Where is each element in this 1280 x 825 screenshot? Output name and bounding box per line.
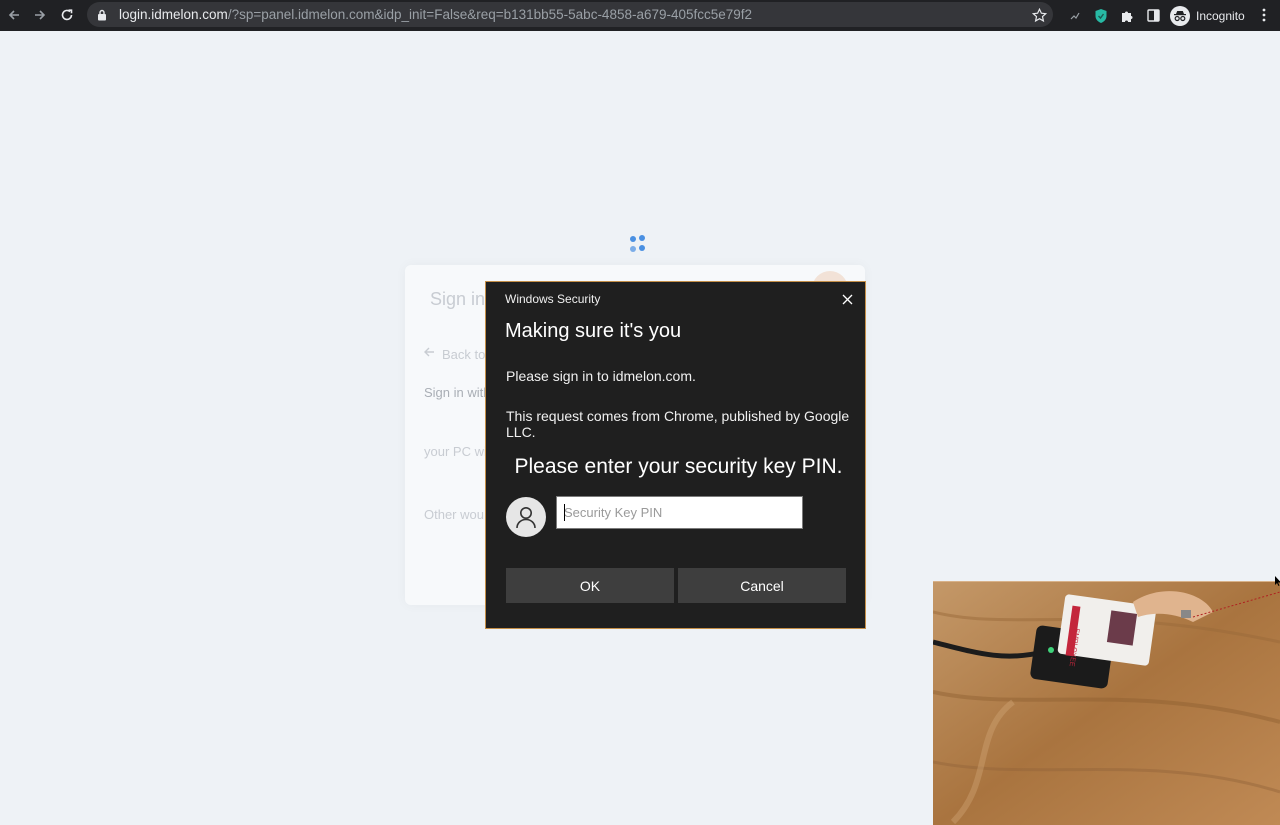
text-caret [564, 504, 565, 521]
windows-security-dialog: Windows Security Making sure it's you Pl… [485, 281, 866, 629]
puzzle-icon[interactable] [1114, 3, 1140, 29]
address-bar[interactable]: login.idmelon.com/?sp=panel.idmelon.com&… [87, 2, 1053, 27]
incognito-label: Incognito [1196, 8, 1245, 23]
webcam-overlay: EMPLOYEE [933, 581, 1280, 825]
mouse-cursor [1275, 573, 1280, 586]
back-link[interactable]: Back to [442, 347, 485, 362]
incognito-indicator[interactable]: Incognito [1170, 5, 1245, 26]
dialog-caption: Windows Security [505, 292, 601, 306]
sign-in-with-text: Sign in with [424, 385, 491, 400]
forward-button[interactable] [27, 2, 53, 28]
cancel-button[interactable]: Cancel [678, 568, 846, 603]
loading-spinner [628, 235, 648, 255]
reload-button[interactable] [54, 2, 80, 28]
request-origin-message: This request comes from Chrome, publishe… [506, 408, 850, 440]
shield-icon[interactable] [1088, 3, 1114, 29]
bookmark-star-icon[interactable] [1029, 4, 1049, 26]
pin-prompt: Please enter your security key PIN. [486, 455, 867, 479]
other-text: Other wou [424, 507, 484, 522]
back-button[interactable] [1, 2, 27, 28]
lock-icon[interactable] [97, 8, 111, 22]
more-icon[interactable] [1254, 2, 1274, 28]
url-host: login.idmelon.com [119, 7, 228, 22]
security-key-pin-input[interactable] [556, 496, 803, 529]
dialog-title: Making sure it's you [505, 320, 682, 342]
toolbar-extensions: Incognito [1062, 0, 1245, 31]
user-icon [506, 497, 546, 537]
close-icon[interactable] [836, 288, 858, 310]
forward-icon [35, 10, 46, 20]
sign-in-title: Sign in [430, 289, 486, 309]
browser-toolbar: login.idmelon.com/?sp=panel.idmelon.com&… [0, 0, 1280, 31]
sign-in-message: Please sign in to idmelon.com. [506, 368, 696, 384]
sidepanel-icon[interactable] [1140, 3, 1166, 29]
url-path: /?sp=panel.idmelon.com&idp_init=False&re… [227, 7, 753, 22]
your-pc-text: your PC wi [424, 444, 487, 459]
webcam-scene: EMPLOYEE [933, 582, 1280, 825]
extension-icon[interactable] [1062, 3, 1088, 29]
ok-button[interactable]: OK [506, 568, 674, 603]
back-icon [8, 10, 19, 20]
reload-icon [61, 9, 73, 21]
pin-prompt-text: Please enter your security key PIN. [514, 455, 843, 478]
back-arrow-icon[interactable] [423, 345, 435, 361]
incognito-icon [1170, 5, 1190, 26]
